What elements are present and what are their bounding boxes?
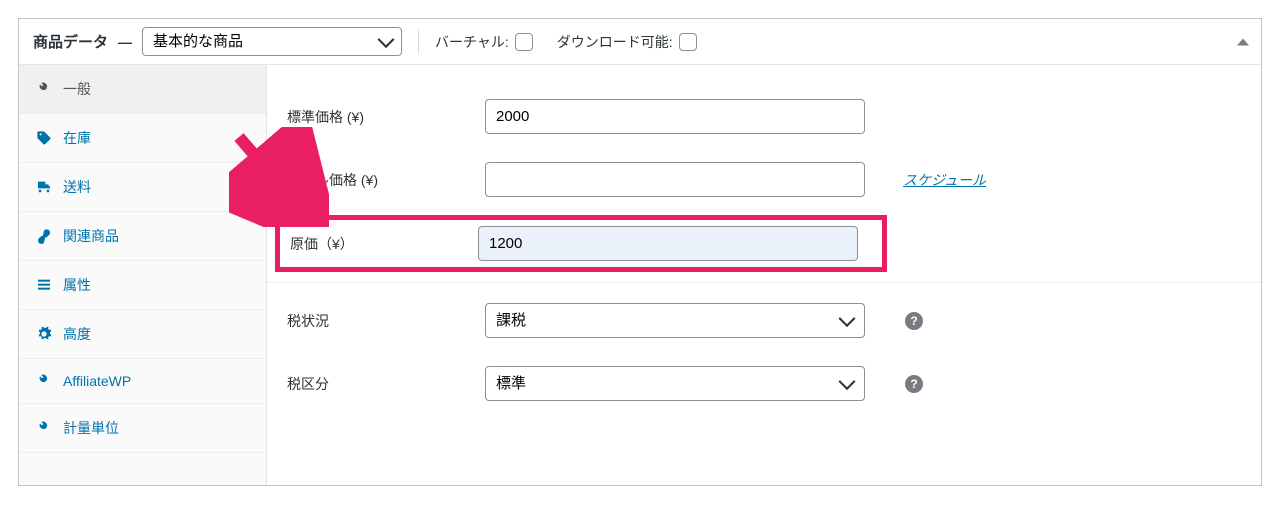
tab-label: AffiliateWP	[63, 373, 131, 389]
row-cost-highlighted: 原価（¥）	[275, 215, 887, 272]
tab-content-general: 標準価格 (¥) セール価格 (¥) スケジュール 原価（¥） 税状況 課税	[267, 65, 1261, 485]
truck-icon	[35, 179, 53, 195]
regular-price-input[interactable]	[485, 99, 865, 134]
link-icon	[35, 228, 53, 244]
tab-inventory[interactable]: 在庫	[19, 114, 266, 163]
product-data-tabs: 一般 在庫 送料 関連商品	[19, 65, 267, 485]
tag-icon	[35, 130, 53, 146]
divider	[267, 282, 1261, 283]
downloadable-label: ダウンロード可能:	[557, 32, 673, 52]
wrench-icon	[35, 420, 53, 436]
downloadable-checkbox[interactable]	[679, 33, 697, 51]
collapse-toggle-icon[interactable]	[1237, 38, 1249, 45]
sale-price-label: セール価格 (¥)	[287, 170, 457, 190]
tax-class-label: 税区分	[287, 374, 457, 394]
tab-label: 属性	[63, 275, 91, 295]
wrench-icon	[35, 373, 53, 389]
tab-label: 関連商品	[63, 226, 119, 246]
panel-title: 商品データ	[33, 31, 108, 52]
tab-label: 高度	[63, 324, 91, 344]
help-icon[interactable]: ?	[905, 312, 923, 330]
wrench-icon	[35, 81, 53, 97]
tab-label: 送料	[63, 177, 91, 197]
tab-advanced[interactable]: 高度	[19, 310, 266, 359]
virtual-label: バーチャル:	[435, 32, 509, 52]
tab-general[interactable]: 一般	[19, 65, 266, 114]
row-sale-price: セール価格 (¥) スケジュール	[287, 148, 1241, 211]
row-tax-class: 税区分 標準 ?	[287, 352, 1241, 415]
tab-label: 一般	[63, 79, 91, 99]
tab-unit[interactable]: 計量単位	[19, 404, 266, 453]
row-regular-price: 標準価格 (¥)	[287, 85, 1241, 148]
help-icon[interactable]: ?	[905, 375, 923, 393]
list-icon	[35, 277, 53, 293]
tab-affiliatewp[interactable]: AffiliateWP	[19, 359, 266, 404]
schedule-link[interactable]: スケジュール	[903, 170, 986, 190]
virtual-checkbox[interactable]	[515, 33, 533, 51]
tax-class-select[interactable]: 標準	[485, 366, 865, 401]
regular-price-label: 標準価格 (¥)	[287, 107, 457, 127]
cost-input[interactable]	[478, 226, 858, 261]
row-tax-status: 税状況 課税 ?	[287, 289, 1241, 352]
product-type-select[interactable]: 基本的な商品	[142, 27, 402, 56]
panel-body: 一般 在庫 送料 関連商品	[19, 65, 1261, 485]
tab-linked-products[interactable]: 関連商品	[19, 212, 266, 261]
cost-label: 原価（¥）	[290, 234, 450, 254]
sale-price-input[interactable]	[485, 162, 865, 197]
panel-header: 商品データ — 基本的な商品 バーチャル: ダウンロード可能:	[19, 19, 1261, 65]
product-data-panel: 商品データ — 基本的な商品 バーチャル: ダウンロード可能: 一般	[18, 18, 1262, 486]
title-dash: —	[118, 34, 132, 50]
tax-status-select[interactable]: 課税	[485, 303, 865, 338]
tab-attributes[interactable]: 属性	[19, 261, 266, 310]
gear-icon	[35, 326, 53, 342]
divider	[418, 30, 419, 54]
tab-shipping[interactable]: 送料	[19, 163, 266, 212]
tab-label: 計量単位	[63, 418, 119, 438]
tax-status-label: 税状況	[287, 311, 457, 331]
tab-label: 在庫	[63, 128, 91, 148]
